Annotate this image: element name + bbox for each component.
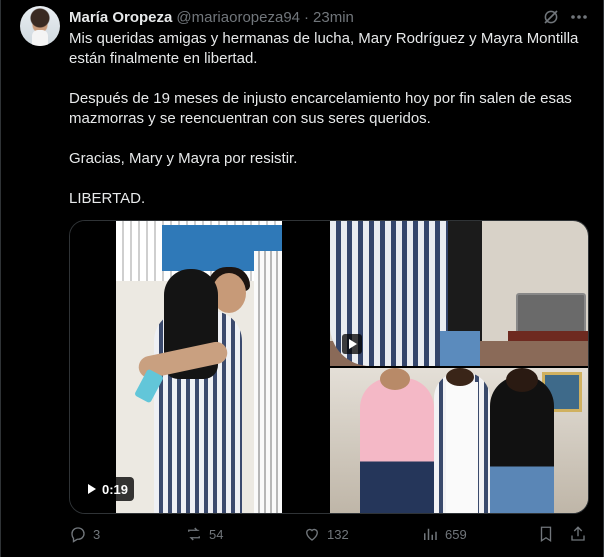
tweet[interactable]: María Oropeza @mariaoropeza94 · 23min Mi… [0,0,604,557]
share-button[interactable] [569,524,587,544]
action-bar: 3 54 132 659 [69,524,589,544]
paragraph-4: LIBERTAD. [69,190,146,207]
repost-count: 54 [209,526,224,542]
paragraph-2: Después de 19 meses de injusto encarcela… [69,90,572,127]
video-duration-badge[interactable]: 0:19 [82,477,135,501]
media-image-2[interactable] [330,221,588,366]
grok-icon[interactable] [542,8,560,26]
views-icon [424,528,437,540]
media-image-3[interactable] [330,368,588,513]
tweet-text: Mis queridas amigas y hermanas de lucha,… [69,29,589,229]
play-icon[interactable] [342,334,362,354]
like-icon [306,528,318,541]
video-duration: 0:19 [102,481,129,497]
bookmark-button[interactable] [537,524,555,544]
share-icon [571,526,585,541]
like-count: 132 [327,526,349,542]
timestamp[interactable]: 23min [313,9,354,26]
like-button[interactable]: 132 [303,524,349,544]
reply-count: 3 [93,526,101,542]
bookmark-icon [540,526,552,543]
author-handle[interactable]: @mariaoropeza94 [176,9,300,26]
views-button[interactable]: 659 [421,524,467,544]
media-grid[interactable]: 0:19 [69,220,589,514]
repost-button[interactable]: 54 [185,524,223,544]
avatar[interactable] [20,6,60,46]
video-thumbnail[interactable]: 0:19 [70,221,328,513]
views-count: 659 [445,526,467,542]
paragraph-3: Gracias, Mary y Mayra por resistir. [69,150,298,167]
play-icon[interactable] [88,484,96,494]
separator: · [304,8,310,26]
tweet-header: María Oropeza @mariaoropeza94 · 23min [69,7,354,27]
more-icon[interactable] [569,7,589,27]
reply-button[interactable]: 3 [69,524,100,544]
author-name[interactable]: María Oropeza [69,9,172,26]
reply-icon [71,527,85,543]
repost-icon [188,527,200,541]
paragraph-1: Mis queridas amigas y hermanas de lucha,… [69,30,579,67]
